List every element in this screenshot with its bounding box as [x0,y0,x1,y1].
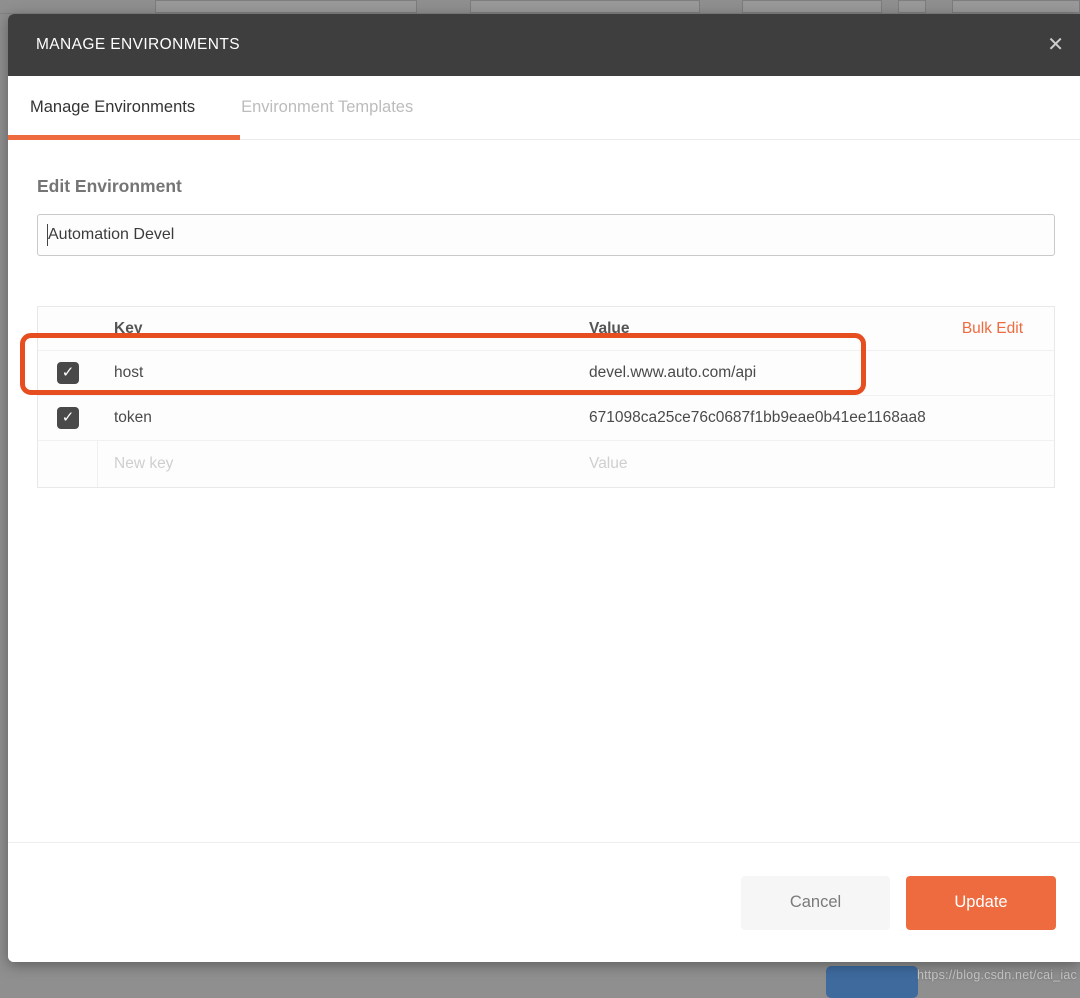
key-cell[interactable]: token [98,409,589,427]
tab-manage-environments[interactable]: Manage Environments [30,98,195,117]
environment-name-field-wrap [37,214,1055,256]
dialog-title: MANAGE ENVIRONMENTS [36,36,240,53]
column-header-value: Value [589,319,630,337]
manage-environments-dialog: MANAGE ENVIRONMENTS ✕ Manage Environment… [8,14,1080,962]
watermark-text: https://blog.csdn.net/cai_iac [916,968,1077,982]
value-cell[interactable]: devel.www.auto.com/api [589,364,1054,382]
variables-table: Key Value Bulk Edit ✓ host devel.www.aut… [37,306,1055,488]
table-header-row: Key Value Bulk Edit [38,307,1054,350]
new-key-input[interactable] [114,455,566,473]
background-field [470,0,700,13]
bulk-edit-link[interactable]: Bulk Edit [962,320,1023,338]
background-field [898,0,926,13]
text-caret [47,224,48,246]
dialog-tabbar: Manage Environments Environment Template… [8,76,1080,140]
environment-name-input[interactable] [37,214,1055,256]
update-button[interactable]: Update [906,875,1056,930]
dialog-header: MANAGE ENVIRONMENTS ✕ [8,14,1080,76]
cancel-button[interactable]: Cancel [741,875,890,930]
background-field [742,0,882,13]
tab-environment-templates[interactable]: Environment Templates [241,98,413,117]
active-tab-underline [8,135,240,140]
table-row-host[interactable]: ✓ host devel.www.auto.com/api [38,350,1054,395]
table-row-token[interactable]: ✓ token 671098ca25ce76c0687f1bb9eae0b41e… [38,395,1054,440]
close-icon[interactable]: ✕ [1047,35,1064,55]
background-blue-button [826,966,918,998]
background-field [952,0,1080,13]
background-field [155,0,417,13]
checkbox-checked-icon[interactable]: ✓ [57,362,79,384]
key-cell[interactable]: host [98,364,589,382]
checkbox-checked-icon[interactable]: ✓ [57,407,79,429]
new-row-checkbox-spacer [38,441,98,487]
table-row-new[interactable] [38,440,1054,487]
new-value-input[interactable] [589,455,1031,473]
section-heading: Edit Environment [37,176,182,196]
dialog-footer: Cancel Update [8,842,1080,962]
background-page-top [0,0,1080,14]
value-cell[interactable]: 671098ca25ce76c0687f1bb9eae0b41ee1168aa8 [589,409,1054,427]
column-header-key: Key [114,319,143,337]
